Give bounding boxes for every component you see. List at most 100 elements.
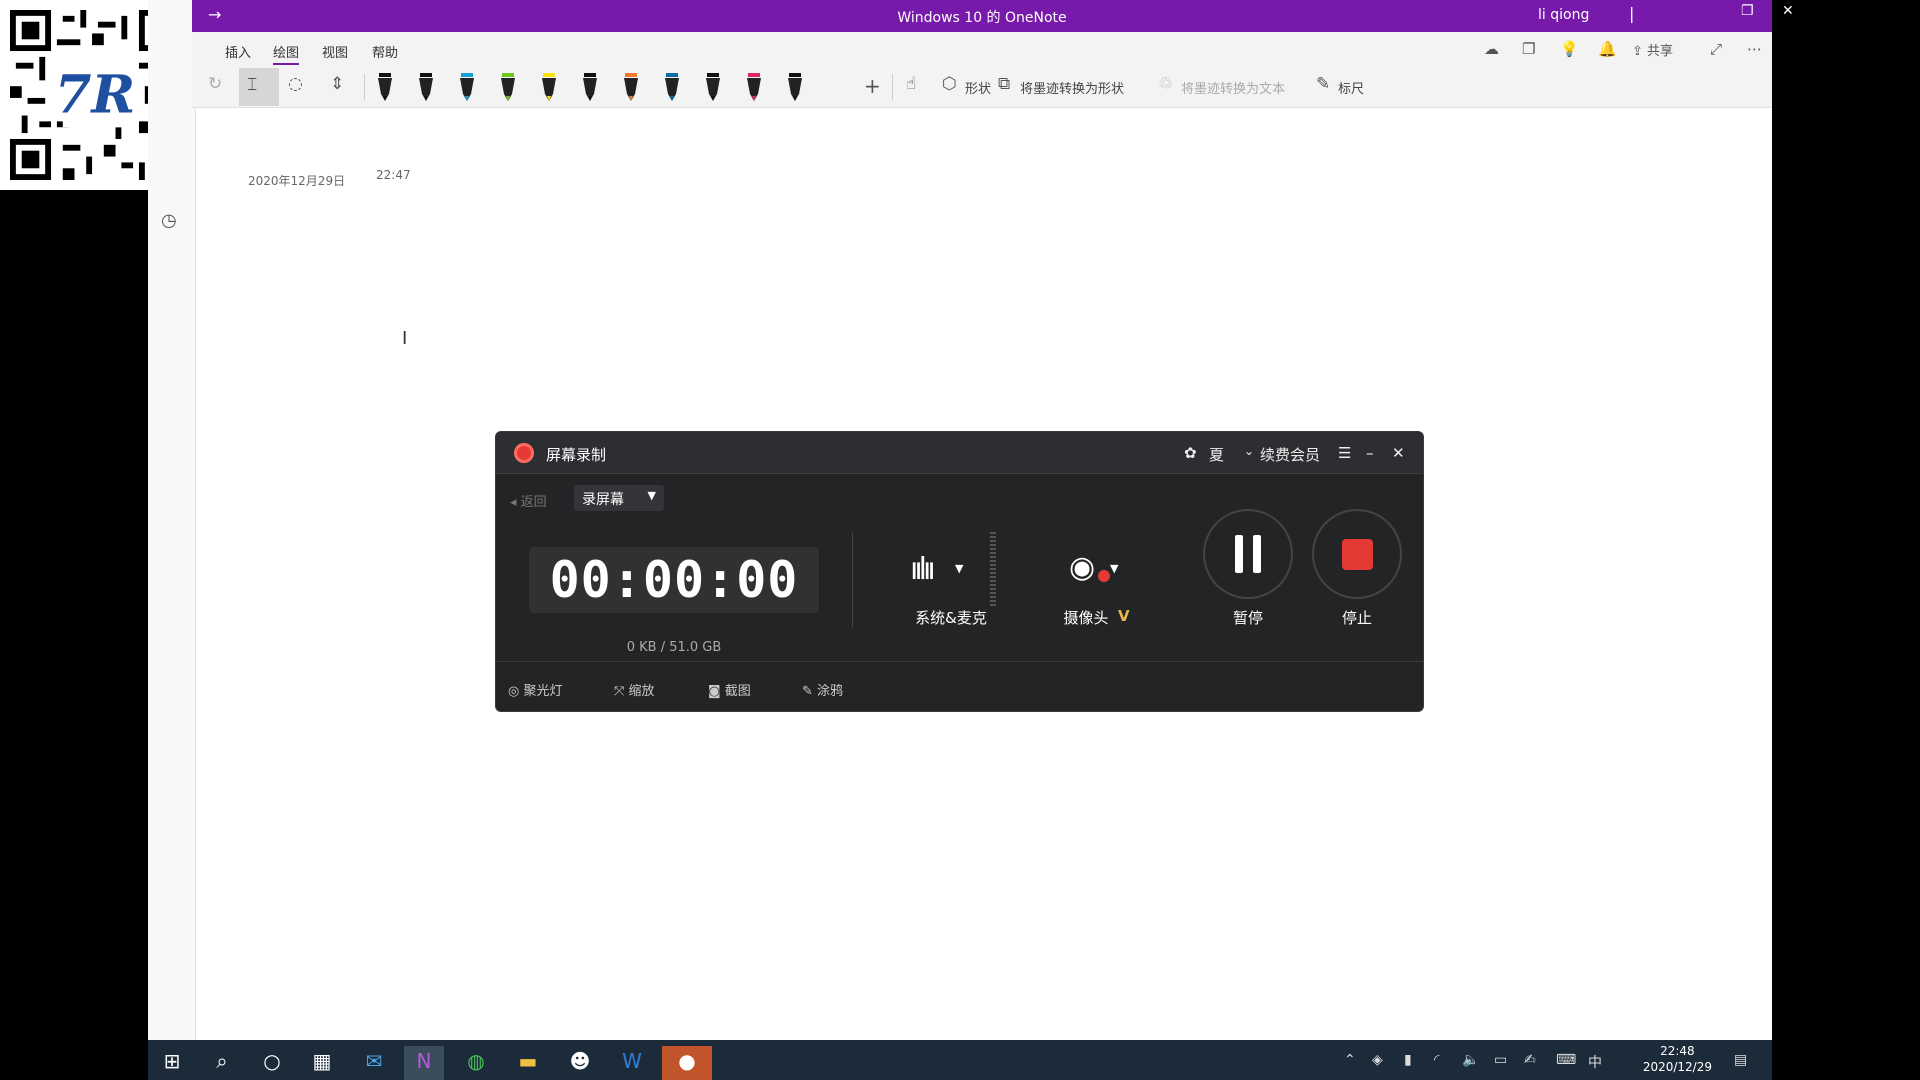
audio-wave-icon[interactable]: ıılıı — [910, 552, 936, 587]
user-avatar-icon[interactable]: ✿ — [1184, 444, 1197, 462]
bell-icon[interactable]: 🔔 — [1598, 40, 1617, 58]
touch-draw-icon[interactable]: ☝ — [906, 74, 916, 94]
notification-icon[interactable]: ▤ — [1734, 1052, 1747, 1068]
cortana-icon[interactable]: ○ — [252, 1046, 292, 1080]
pause-icon — [1235, 535, 1243, 573]
lasso-select-icon[interactable]: ◌ — [288, 74, 303, 94]
tray-chevron-icon[interactable]: ⌃ — [1344, 1052, 1356, 1068]
stop-label: 停止 — [1341, 609, 1372, 627]
ribbon-tabs: 插入 绘图 视图 帮助 ☁ ❐ 💡 🔔 ⇪ 共享 ⤢ ⋯ — [192, 32, 1772, 66]
recent-clock-icon[interactable]: ◷ — [161, 210, 177, 231]
ime-indicator[interactable]: 中 — [1588, 1052, 1602, 1072]
pen-icon[interactable] — [661, 70, 683, 104]
tab-draw[interactable]: 绘图 — [273, 42, 300, 65]
text-select-icon[interactable]: ⌶ — [239, 68, 279, 106]
audio-source-label: 系统&麦克 — [915, 609, 987, 627]
menu-icon[interactable]: ☰ — [1338, 444, 1351, 462]
camera-icon[interactable]: ◉ — [1069, 550, 1095, 585]
qq-icon[interactable]: ☻ — [560, 1046, 600, 1080]
camera-dropdown-icon[interactable]: ▼ — [1110, 562, 1118, 575]
restore-icon[interactable]: ❐ — [1741, 3, 1754, 19]
browser-icon[interactable]: ◍ — [456, 1046, 496, 1080]
screenshot-label: 截图 — [724, 684, 751, 699]
ink-to-text-icon: ♲ — [1158, 74, 1174, 94]
mail-icon[interactable]: ✉ — [354, 1046, 394, 1080]
battery-icon[interactable]: ▭ — [1494, 1052, 1507, 1068]
doodle-button[interactable]: ✎ 涂鸦 — [802, 680, 843, 699]
audio-dropdown-icon[interactable]: ▼ — [955, 562, 963, 575]
expand-icon[interactable]: ⤢ — [1710, 40, 1722, 58]
ink-to-shape-button[interactable]: 将墨迹转换为形状 — [1020, 78, 1124, 97]
folder-icon[interactable]: ▬ — [508, 1046, 548, 1080]
pen-icon[interactable] — [497, 70, 519, 104]
user-short-name[interactable]: 夏 — [1209, 444, 1224, 465]
start-icon[interactable]: ⊞ — [152, 1046, 192, 1080]
window-title: Windows 10 的 OneNote — [897, 10, 1067, 26]
camera-off-badge — [1098, 570, 1110, 582]
search-icon[interactable]: ⌕ — [202, 1046, 242, 1080]
screenshot-button[interactable]: ◙ 截图 — [708, 680, 751, 699]
storage-size: 0 KB / 51.0 GB — [626, 640, 722, 655]
ruler-icon[interactable]: ✎ — [1316, 74, 1330, 94]
svg-text:7R: 7R — [55, 64, 136, 126]
recorder-header: 屏幕录制 ✿ 夏 ⌄ 续费会员 ☰ – ✕ — [496, 432, 1423, 474]
title-bar: → Windows 10 的 OneNote li qiong | ❐ ✕ — [192, 0, 1794, 32]
audio-level-meter — [990, 532, 996, 607]
pen-icon[interactable]: ✍ — [1524, 1052, 1536, 1068]
add-space-icon[interactable]: ⇕ — [330, 74, 344, 94]
pen-icon[interactable] — [456, 70, 478, 104]
ink-to-text-button[interactable]: 将墨迹转换为文本 — [1181, 78, 1285, 97]
lightbulb-icon[interactable]: 💡 — [1560, 40, 1579, 58]
shapes-icon[interactable]: ⬡ — [942, 74, 957, 94]
stop-button[interactable] — [1312, 509, 1402, 599]
pen-icon[interactable] — [374, 70, 396, 104]
recorder-taskbar-icon[interactable]: ● — [662, 1046, 712, 1080]
pause-icon — [1253, 535, 1261, 573]
shapes-button[interactable]: 形状 — [965, 78, 991, 97]
tab-help[interactable]: 帮助 — [372, 42, 398, 61]
add-pen-icon[interactable]: + — [864, 74, 881, 98]
word-icon[interactable]: W — [612, 1046, 652, 1080]
pen-icon[interactable] — [702, 70, 724, 104]
close-icon[interactable]: ✕ — [1392, 444, 1405, 462]
pen-icon[interactable] — [784, 70, 806, 104]
tray-usb-icon[interactable]: ▮ — [1404, 1052, 1412, 1068]
renew-member-button[interactable]: 续费会员 — [1260, 444, 1320, 465]
pen-icon[interactable] — [579, 70, 601, 104]
volume-icon[interactable]: 🔈 — [1462, 1052, 1479, 1068]
sync-icon[interactable]: ☁ — [1484, 40, 1499, 58]
pen-icon[interactable] — [538, 70, 560, 104]
page-date: 2020年12月29日 — [248, 174, 346, 188]
tab-insert[interactable]: 插入 — [225, 42, 251, 61]
taskbar: ⊞ ⌕ ○ ▦ ✉ N ◍ ▬ ☻ W ● ⌃ ◈ ▮ ◜ 🔈 ▭ ✍ ⌨ 中 … — [148, 1040, 1772, 1080]
caret-down-icon: ▼ — [647, 489, 656, 502]
minimize-icon[interactable]: – — [1366, 444, 1374, 462]
divider — [852, 532, 853, 627]
pen-icon[interactable] — [415, 70, 437, 104]
onenote-icon[interactable]: N — [404, 1046, 444, 1080]
pause-button[interactable] — [1203, 509, 1293, 599]
zoom-button[interactable]: ⤧ 缩放 — [614, 680, 655, 699]
more-icon[interactable]: ⋯ — [1747, 40, 1762, 58]
wifi-icon[interactable]: ◜ — [1434, 1052, 1439, 1068]
close-icon[interactable]: ✕ — [1782, 3, 1794, 19]
ink-to-shape-icon[interactable]: ⧉ — [998, 74, 1010, 94]
pen-icon[interactable] — [620, 70, 642, 104]
tray-shield-icon[interactable]: ◈ — [1372, 1052, 1383, 1068]
mode-label: 录屏幕 — [582, 492, 624, 508]
system-clock[interactable]: 22:48 2020/12/29 — [1643, 1043, 1712, 1075]
ruler-button[interactable]: 标尺 — [1338, 78, 1364, 97]
user-name[interactable]: li qiong — [1538, 7, 1589, 23]
tab-view[interactable]: 视图 — [322, 42, 348, 61]
task-view-icon[interactable]: ▦ — [302, 1046, 342, 1080]
keyboard-icon[interactable]: ⌨ — [1556, 1052, 1576, 1068]
back-button[interactable]: ◂ 返回 — [510, 491, 547, 510]
camera-snap-icon: ◙ — [708, 684, 721, 699]
mode-select[interactable]: 录屏幕 ▼ — [574, 485, 664, 511]
pen-icon[interactable] — [743, 70, 765, 104]
brush-icon: ✎ — [802, 684, 813, 699]
pages-icon[interactable]: ❐ — [1522, 40, 1535, 58]
share-button[interactable]: ⇪ 共享 — [1632, 40, 1673, 59]
redo-icon[interactable]: ↻ — [208, 74, 222, 94]
spotlight-button[interactable]: ◎ 聚光灯 — [508, 680, 563, 699]
